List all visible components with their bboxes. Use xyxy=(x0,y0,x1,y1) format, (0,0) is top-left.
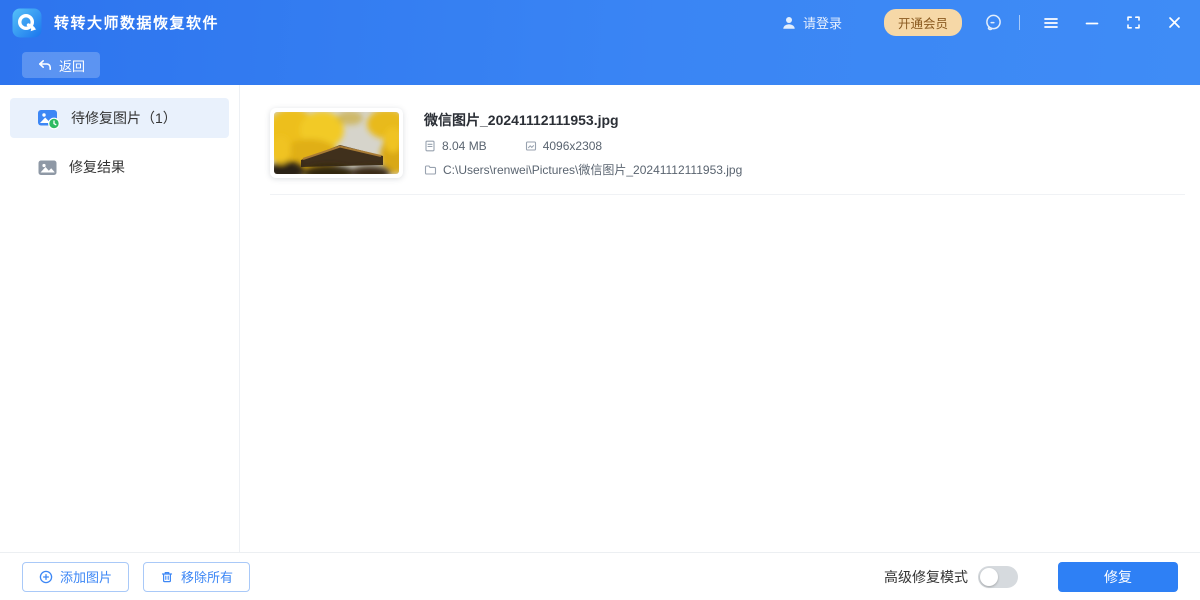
pending-images-icon xyxy=(37,107,60,130)
advanced-mode-label: 高级修复模式 xyxy=(884,567,968,587)
repair-button[interactable]: 修复 xyxy=(1058,562,1178,592)
trash-icon xyxy=(160,570,174,584)
file-info: 微信图片_20241112111953.jpg 8.04 MB xyxy=(424,108,742,178)
footer-right: 高级修复模式 修复 xyxy=(884,562,1178,592)
sidebar-item-label: 修复结果 xyxy=(69,157,125,177)
maximize-button[interactable] xyxy=(1123,13,1143,33)
app-window: 转转大师数据恢复软件 请登录 开通会员 xyxy=(0,0,1200,600)
subbar: 返回 xyxy=(0,45,1200,85)
sidebar-item-repair-results[interactable]: 修复结果 xyxy=(10,147,229,187)
menu-button[interactable] xyxy=(1041,13,1061,33)
remove-all-label: 移除所有 xyxy=(181,567,233,586)
file-size-meta: 8.04 MB xyxy=(424,139,487,153)
app-logo-icon xyxy=(12,8,42,38)
file-dimensions-meta: 4096x2308 xyxy=(525,139,602,153)
file-path-meta: C:\Users\renwei\Pictures\微信图片_2024111211… xyxy=(424,161,742,178)
menu-icon xyxy=(1042,14,1060,32)
support-button[interactable] xyxy=(983,13,1003,33)
titlebar: 转转大师数据恢复软件 请登录 开通会员 xyxy=(0,0,1200,45)
folder-icon xyxy=(424,164,437,176)
vip-button[interactable]: 开通会员 xyxy=(884,9,962,36)
sidebar-item-pending-images[interactable]: 待修复图片（1） xyxy=(10,98,229,138)
sidebar: 待修复图片（1） 修复结果 xyxy=(0,85,240,552)
titlebar-divider xyxy=(1019,15,1020,30)
back-arrow-icon xyxy=(37,58,52,72)
titlebar-left: 转转大师数据恢复软件 xyxy=(12,8,219,38)
file-size-icon xyxy=(424,140,436,152)
minimize-icon xyxy=(1083,14,1101,32)
back-label: 返回 xyxy=(59,56,85,75)
minimize-button[interactable] xyxy=(1082,13,1102,33)
footer-bar: 添加图片 移除所有 高级修复模式 修复 xyxy=(0,552,1200,600)
back-button[interactable]: 返回 xyxy=(22,52,100,78)
close-icon xyxy=(1166,14,1183,31)
user-icon xyxy=(781,15,797,31)
add-images-label: 添加图片 xyxy=(60,567,112,586)
repair-results-icon xyxy=(37,157,58,178)
login-label: 请登录 xyxy=(803,13,842,32)
file-path-row: C:\Users\renwei\Pictures\微信图片_2024111211… xyxy=(424,161,742,178)
login-button[interactable]: 请登录 xyxy=(781,13,842,32)
main-body: 待修复图片（1） 修复结果 xyxy=(0,85,1200,552)
maximize-icon xyxy=(1125,14,1142,31)
file-dimensions: 4096x2308 xyxy=(543,139,602,153)
app-title: 转转大师数据恢复软件 xyxy=(54,12,219,33)
headset-icon xyxy=(984,13,1003,32)
thumbnail-image xyxy=(274,112,399,174)
titlebar-right: 请登录 开通会员 xyxy=(781,9,1184,36)
file-thumbnail xyxy=(270,108,403,178)
footer-left: 添加图片 移除所有 xyxy=(22,562,250,592)
file-row[interactable]: 微信图片_20241112111953.jpg 8.04 MB xyxy=(270,108,1185,195)
file-path: C:\Users\renwei\Pictures\微信图片_2024111211… xyxy=(443,161,742,178)
file-list: 微信图片_20241112111953.jpg 8.04 MB xyxy=(240,85,1200,552)
file-meta-row: 8.04 MB 4096x2308 xyxy=(424,139,742,153)
dimensions-icon xyxy=(525,140,537,152)
header: 转转大师数据恢复软件 请登录 开通会员 xyxy=(0,0,1200,85)
advanced-mode-toggle[interactable] xyxy=(978,566,1018,588)
close-button[interactable] xyxy=(1164,13,1184,33)
remove-all-button[interactable]: 移除所有 xyxy=(143,562,250,592)
toggle-knob xyxy=(980,568,998,586)
add-images-button[interactable]: 添加图片 xyxy=(22,562,129,592)
file-name: 微信图片_20241112111953.jpg xyxy=(424,110,742,130)
add-image-icon xyxy=(39,570,53,584)
file-size: 8.04 MB xyxy=(442,139,487,153)
sidebar-item-label: 待修复图片（1） xyxy=(71,108,177,128)
